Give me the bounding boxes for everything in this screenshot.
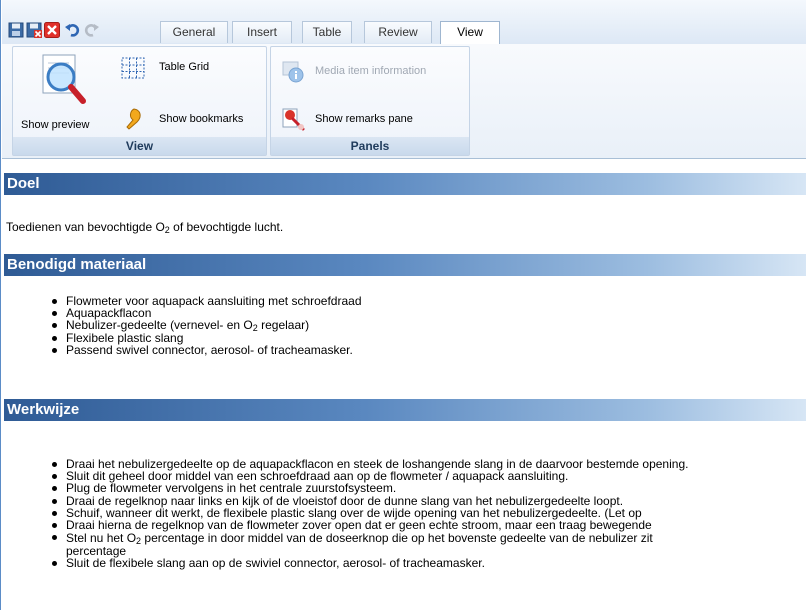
close-icon[interactable] bbox=[44, 22, 60, 38]
list-item: Nebulizer-gedeelte (vernevel- en O2 rege… bbox=[52, 319, 362, 333]
ribbon-tab-strip: General Insert Table Review View bbox=[2, 0, 806, 45]
bookmark-icon bbox=[126, 108, 141, 130]
list-item: Stel nu het O2 percentage in door middel… bbox=[52, 531, 688, 546]
list-item: Plug de flowmeter vervolgens in het cent… bbox=[52, 482, 688, 495]
save-icon[interactable] bbox=[8, 22, 24, 38]
tab-insert[interactable]: Insert bbox=[232, 21, 292, 43]
media-item-information-button: Media item information bbox=[281, 59, 466, 83]
tab-view[interactable]: View bbox=[440, 21, 500, 45]
tab-general[interactable]: General bbox=[160, 21, 228, 43]
table-grid-button[interactable]: Table Grid bbox=[121, 57, 231, 81]
list-item: Sluit de flexibele slang aan op de swivi… bbox=[52, 557, 688, 570]
table-grid-icon bbox=[121, 57, 145, 79]
section-heading-benodigd-materiaal: Benodigd materiaal bbox=[4, 254, 806, 276]
redo-icon[interactable] bbox=[84, 22, 100, 38]
tab-review[interactable]: Review bbox=[364, 21, 432, 43]
document-editor[interactable]: Doel Toedienen van bevochtigde O2 of bev… bbox=[2, 159, 806, 610]
doel-paragraph: Toedienen van bevochtigde O2 of bevochti… bbox=[6, 220, 284, 235]
show-bookmarks-label: Show bookmarks bbox=[159, 113, 244, 125]
editor-window: General Insert Table Review View Show pr… bbox=[0, 0, 806, 610]
list-item: Flexibele plastic slang bbox=[52, 331, 362, 344]
show-remarks-pane-button[interactable]: Show remarks pane bbox=[281, 107, 466, 131]
list-item: Draai de regelknop naar links en kijk of… bbox=[52, 494, 688, 507]
show-preview-button[interactable]: Show preview bbox=[21, 53, 115, 133]
show-remarks-pane-label: Show remarks pane bbox=[315, 113, 413, 125]
view-group-title: View bbox=[13, 137, 266, 155]
materials-list: Flowmeter voor aquapack aansluiting met … bbox=[52, 295, 362, 356]
media-item-information-label: Media item information bbox=[315, 65, 427, 77]
ribbon-panel: Show preview Table Grid Show bookmarks V… bbox=[2, 44, 806, 159]
ribbon-group-view: Show preview Table Grid Show bookmarks V… bbox=[12, 46, 267, 156]
list-item: Passend swivel connector, aerosol- of tr… bbox=[52, 344, 362, 356]
media-info-icon bbox=[282, 61, 304, 83]
section-heading-doel: Doel bbox=[4, 173, 806, 195]
undo-icon[interactable] bbox=[64, 22, 80, 38]
list-item: Draai hierna de regelknop van de flowmet… bbox=[52, 519, 688, 531]
save-close-icon[interactable] bbox=[26, 22, 42, 38]
tab-table[interactable]: Table bbox=[302, 21, 352, 43]
panels-group-title: Panels bbox=[271, 137, 469, 155]
section-heading-werkwijze: Werkwijze bbox=[4, 399, 806, 421]
procedure-list: Draai het nebulizergedeelte op de aquapa… bbox=[52, 458, 688, 570]
table-grid-label: Table Grid bbox=[159, 61, 210, 73]
ribbon-group-panels: Media item information Show remarks pane… bbox=[270, 46, 470, 156]
show-bookmarks-button[interactable]: Show bookmarks bbox=[121, 107, 265, 131]
preview-magnifier-icon bbox=[42, 54, 86, 104]
remarks-pane-icon bbox=[282, 108, 305, 131]
show-preview-label: Show preview bbox=[21, 119, 90, 131]
